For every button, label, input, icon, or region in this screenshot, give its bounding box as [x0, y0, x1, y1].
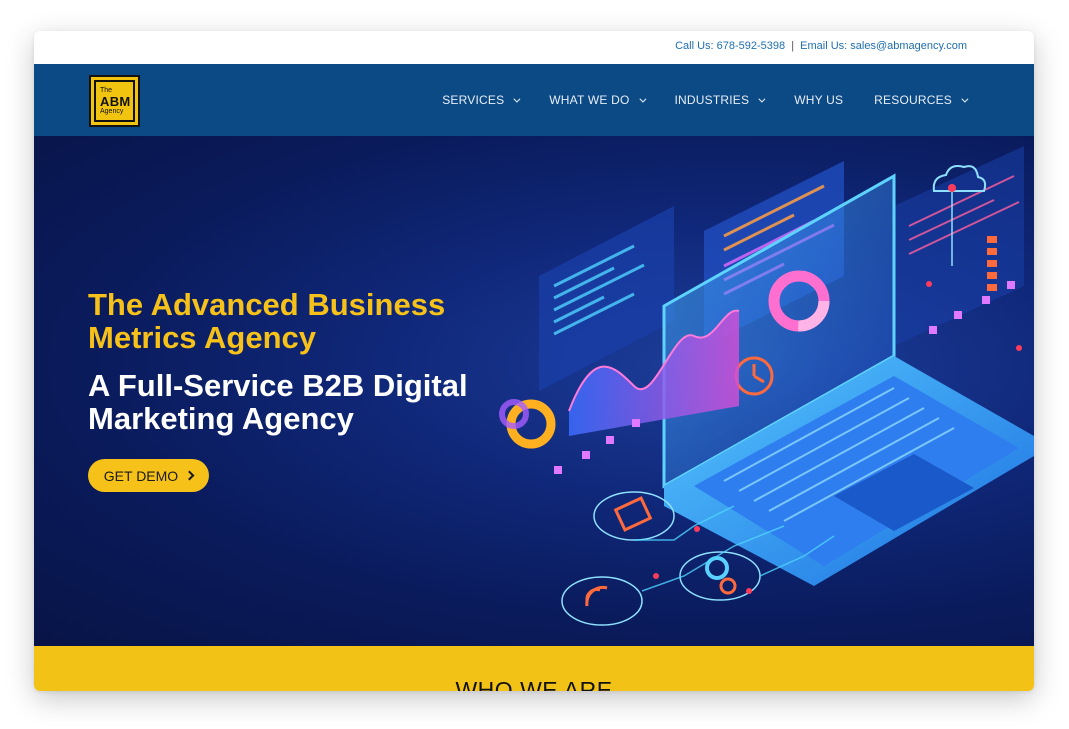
chevron-down-icon	[513, 95, 521, 103]
nav-item-services[interactable]: SERVICES	[442, 93, 521, 107]
primary-nav: SERVICES WHAT WE DO INDUSTRIES WHY US RE…	[411, 93, 969, 107]
contact-info: Call Us: 678-592-5398 | Email Us: sales@…	[675, 40, 967, 52]
chevron-right-icon	[184, 470, 195, 481]
nav-item-resources[interactable]: RESOURCES	[874, 93, 969, 107]
get-demo-button[interactable]: GET DEMO	[88, 459, 209, 492]
abm-logo[interactable]: The ABM Agency	[89, 75, 140, 127]
chevron-down-icon	[961, 95, 969, 103]
email-link[interactable]: Email Us: sales@abmagency.com	[800, 40, 967, 52]
hero-section: The Advanced Business Metrics Agency A F…	[34, 136, 1034, 646]
browser-page: Call Us: 678-592-5398 | Email Us: sales@…	[34, 31, 1034, 691]
main-navbar: The ABM Agency SERVICES WHAT WE DO INDUS…	[34, 64, 1034, 136]
nav-label-resources: RESOURCES	[874, 93, 952, 107]
contact-separator: |	[791, 40, 795, 52]
section-title: WHO WE ARE	[455, 677, 613, 691]
top-contact-bar: Call Us: 678-592-5398 | Email Us: sales@…	[34, 31, 1034, 64]
phone-link[interactable]: Call Us: 678-592-5398	[675, 40, 785, 52]
logo-text-abm: ABM	[100, 94, 131, 109]
chevron-down-icon	[758, 95, 766, 103]
get-demo-label: GET DEMO	[103, 467, 179, 484]
nav-label-why-us: WHY US	[794, 93, 844, 107]
nav-label-industries: INDUSTRIES	[674, 93, 750, 107]
nav-label-services: SERVICES	[442, 93, 505, 107]
logo-text-the: The	[100, 87, 113, 94]
nav-item-why-us[interactable]: WHY US	[794, 93, 843, 107]
hero-headline-primary: The Advanced Business Metrics Agency	[88, 287, 446, 355]
who-we-are-section: WHO WE ARE	[34, 646, 1034, 691]
nav-label-what-we-do: WHAT WE DO	[549, 93, 630, 107]
nav-item-industries[interactable]: INDUSTRIES	[674, 93, 766, 107]
logo-text-agency: Agency	[100, 108, 124, 115]
nav-item-what-we-do[interactable]: WHAT WE DO	[549, 93, 646, 107]
hero-headline-secondary: A Full-Service B2B Digital Marketing Age…	[88, 368, 468, 436]
chevron-down-icon	[638, 95, 646, 103]
